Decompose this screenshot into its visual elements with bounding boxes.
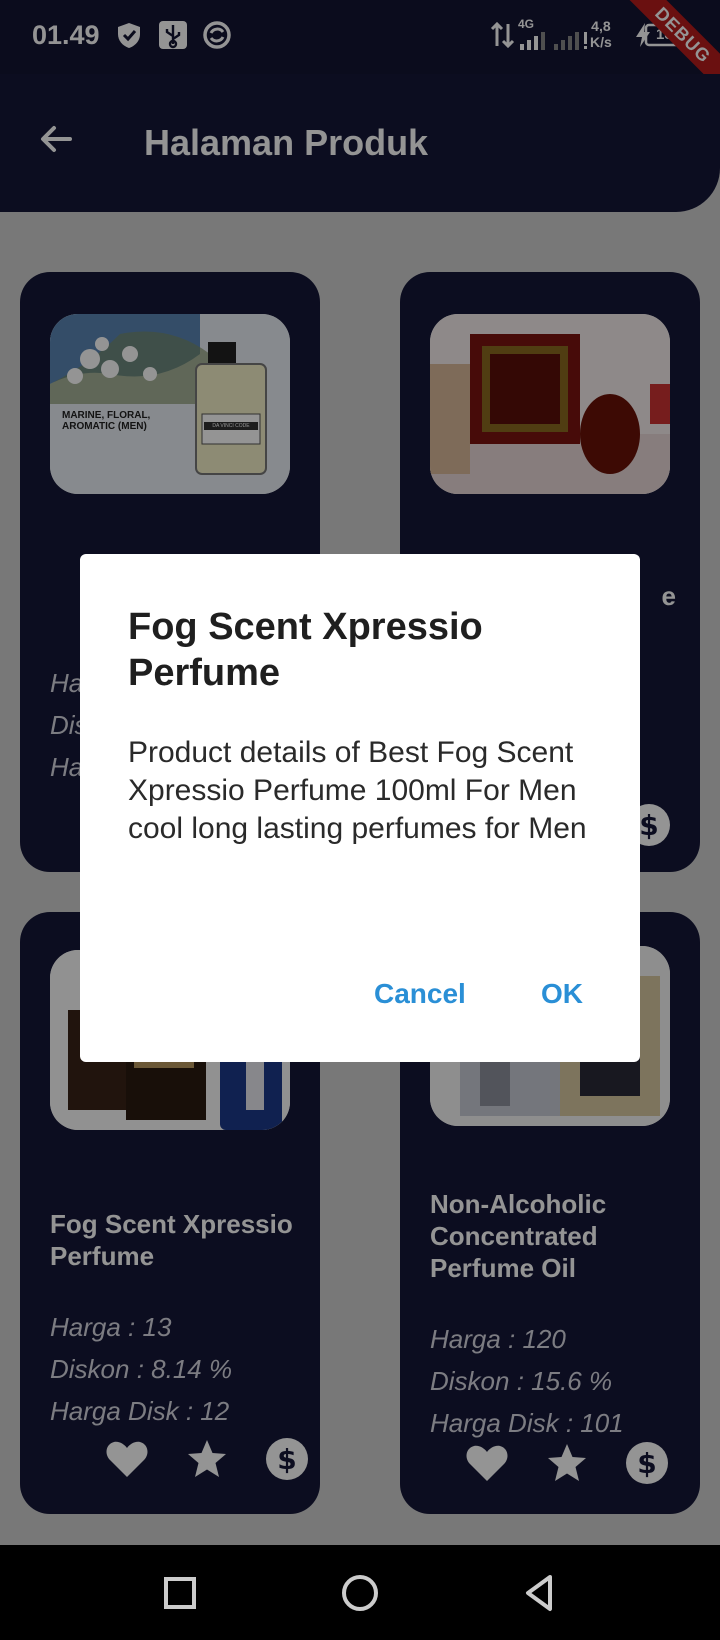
cancel-button[interactable]: Cancel xyxy=(374,978,466,1010)
system-nav-bar xyxy=(0,1545,720,1640)
ok-button[interactable]: OK xyxy=(541,978,583,1010)
dialog-title: Fog Scent Xpressio Perfume xyxy=(128,606,483,694)
dialog-body: Product details of Best Fog Scent Xpress… xyxy=(128,736,587,845)
recents-square-icon[interactable] xyxy=(156,1569,204,1617)
back-triangle-icon[interactable] xyxy=(516,1569,564,1617)
home-circle-icon[interactable] xyxy=(336,1569,384,1617)
product-dialog: Fog Scent Xpressio Perfume Product detai… xyxy=(80,554,640,1062)
